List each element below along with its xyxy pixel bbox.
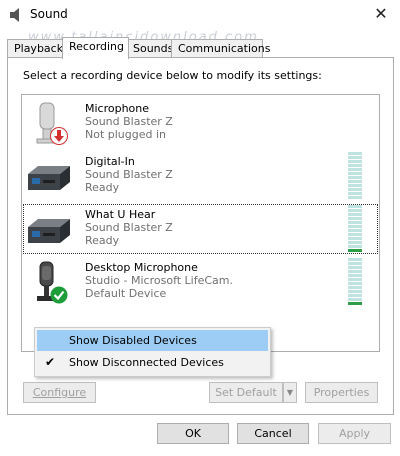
meter-segment [348,294,362,297]
title-bar: Sound ✕ [0,0,400,30]
meter-segment [348,184,362,187]
default-check-icon [50,286,68,304]
device-details: Studio - Microsoft LifeCam. Default Devi… [85,274,233,300]
meter-segment [348,258,362,261]
meter-segment [348,298,362,301]
meter-segment [348,172,362,175]
device-driver: Studio - Microsoft LifeCam. [85,274,234,287]
meter-segment [348,266,362,269]
device-details: Sound Blaster Z Ready [85,168,173,194]
meter-segment [348,233,362,236]
tab-recording[interactable]: Recording [62,37,129,59]
device-status: Ready [85,181,120,194]
menu-item-label: Show Disconnected Devices [69,356,224,369]
meter-segment [348,160,362,163]
menu-item-label: Show Disabled Devices [69,334,197,347]
meter-segment [348,168,362,171]
meter-segment [348,278,362,281]
level-meter [348,258,362,306]
meter-segment [348,237,362,240]
chevron-down-icon: ▼ [286,388,294,397]
device-details: Sound Blaster Z Ready [85,221,173,247]
device-driver: Sound Blaster Z [85,115,173,128]
meter-segment [348,221,362,224]
meter-segment [348,225,362,228]
meter-segment [348,205,362,208]
set-default-button[interactable]: Set Default [209,382,283,403]
meter-segment [348,302,362,305]
meter-segment [348,274,362,277]
properties-button[interactable]: Properties [305,382,378,403]
meter-segment [348,245,362,248]
cancel-button[interactable]: Cancel [237,423,309,444]
meter-segment [348,156,362,159]
device-name: Desktop Microphone [85,261,198,274]
meter-segment [348,286,362,289]
device-details: Sound Blaster Z Not plugged in [85,115,173,141]
context-menu: Show Disabled Devices ✔ Show Disconnecte… [34,327,271,377]
speaker-icon [10,8,19,22]
level-meter [348,205,362,253]
set-default-label: Set Default [215,386,277,399]
meter-segment [348,209,362,212]
set-default-dropdown[interactable]: ▼ [283,382,297,403]
meter-segment [348,241,362,244]
device-driver: Sound Blaster Z [85,168,173,181]
meter-segment [348,180,362,183]
device-name: What U Hear [85,208,156,221]
meter-segment [348,152,362,155]
meter-segment [348,290,362,293]
menu-item-show-disabled[interactable]: Show Disabled Devices [37,330,268,351]
menu-item-show-disconnected[interactable]: ✔ Show Disconnected Devices [37,352,268,373]
apply-label: Apply [338,427,371,440]
meter-segment [348,282,362,285]
meter-segment [348,229,362,232]
meter-segment [348,262,362,265]
meter-segment [348,213,362,216]
ok-button[interactable]: OK [157,423,229,444]
device-list[interactable]: Microphone Sound Blaster Z Not plugged i… [21,94,380,352]
tab-playback[interactable]: Playback [7,39,63,58]
device-item-what-u-hear[interactable]: What U Hear Sound Blaster Z Ready [22,203,379,255]
device-status: Default Device [85,287,167,300]
configure-button[interactable]: Configure [23,382,96,403]
window-title: Sound [30,7,68,21]
device-item-desktop-microphone[interactable]: Desktop Microphone Studio - Microsoft Li… [22,256,379,308]
device-driver: Sound Blaster Z [85,221,173,234]
tab-communications[interactable]: Communications [171,39,270,58]
meter-segment [348,176,362,179]
meter-segment [348,164,362,167]
meter-segment [348,217,362,220]
apply-button[interactable]: Apply [318,423,391,444]
unplugged-arrow-icon [50,127,68,145]
device-name: Digital-In [85,155,135,168]
level-meter [348,152,362,200]
ok-label: OK [185,427,201,440]
device-name: Microphone [85,102,150,115]
cancel-label: Cancel [254,427,292,440]
checkmark-icon: ✔ [45,355,56,369]
meter-segment [348,249,362,252]
device-item-digital-in[interactable]: Digital-In Sound Blaster Z Ready [22,150,379,202]
meter-segment [348,188,362,191]
close-button[interactable]: ✕ [372,5,390,23]
device-status: Ready [85,234,120,247]
device-status: Not plugged in [85,128,167,141]
soundcard-icon [28,166,70,190]
properties-label: Properties [313,386,370,399]
soundcard-icon [28,219,70,243]
device-item-microphone[interactable]: Microphone Sound Blaster Z Not plugged i… [22,97,379,149]
configure-label: Configure [32,386,87,399]
tab-sounds[interactable]: Sounds [126,39,176,58]
instruction-text: Select a recording device below to modif… [23,69,322,82]
meter-segment [348,192,362,195]
meter-segment [348,196,362,199]
meter-segment [348,270,362,273]
